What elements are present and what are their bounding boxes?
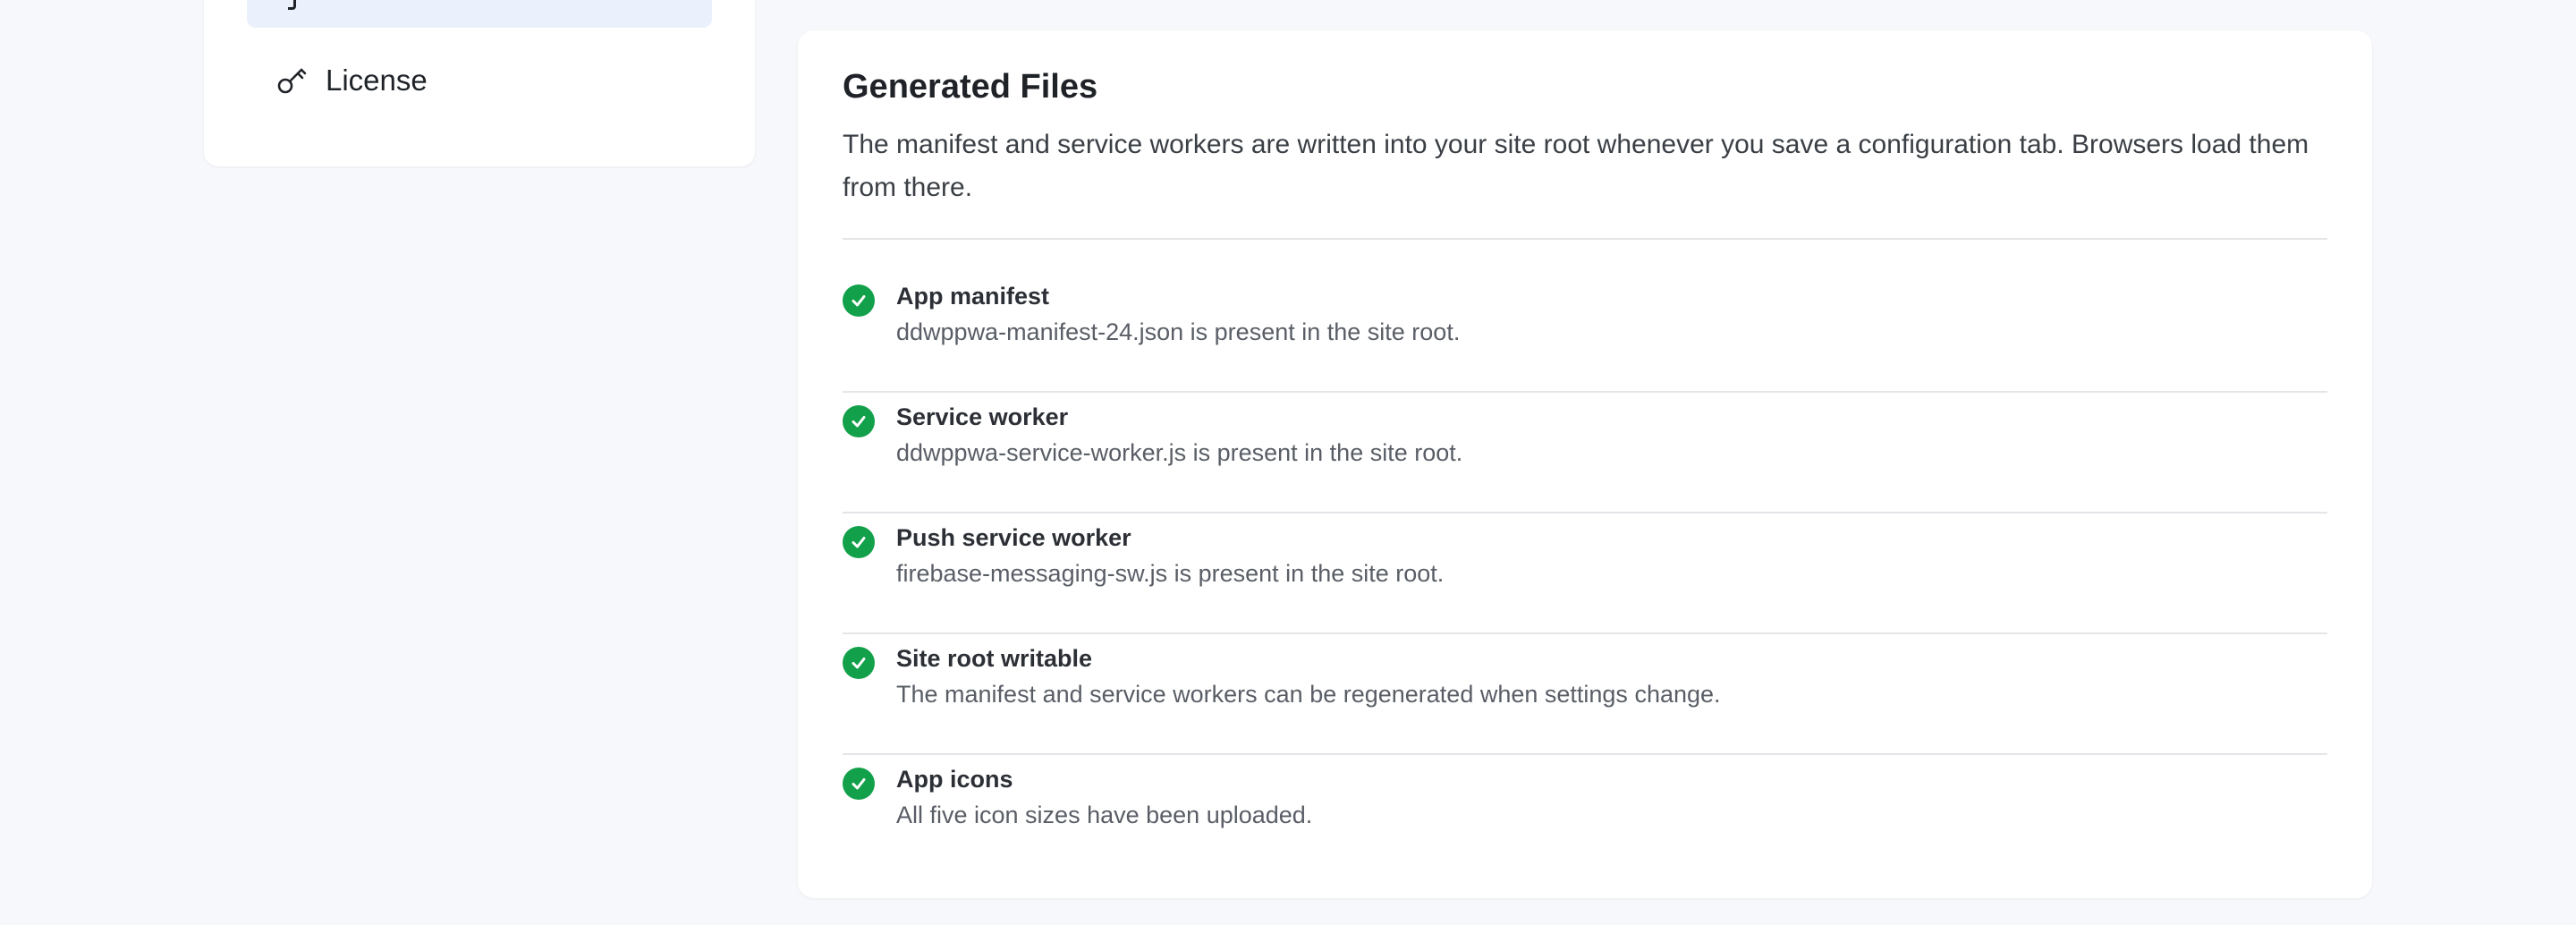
check-circle-icon — [843, 768, 875, 800]
sidebar-item-active[interactable] — [247, 0, 712, 28]
check-title: App icons — [896, 766, 1013, 793]
check-detail: All five icon sizes have been uploaded. — [896, 802, 1313, 828]
file-checklist: App manifest ddwppwa-manifest-24.json is… — [843, 272, 2327, 876]
sidebar-item-icon — [288, 0, 296, 10]
check-title: App manifest — [896, 283, 1050, 310]
check-detail: The manifest and service workers can be … — [896, 681, 1721, 708]
check-item-app-icons: App icons All five icon sizes have been … — [843, 755, 2327, 876]
card-title: Generated Files — [843, 68, 1098, 106]
check-detail: ddwppwa-manifest-24.json is present in t… — [896, 318, 1461, 345]
check-circle-icon — [843, 405, 875, 437]
sidebar-item-label: License — [326, 64, 428, 97]
check-circle-icon — [843, 284, 875, 317]
check-item-push-service-worker: Push service worker firebase-messaging-s… — [843, 513, 2327, 634]
check-detail: ddwppwa-service-worker.js is present in … — [896, 439, 1463, 466]
check-circle-icon — [843, 526, 875, 558]
generated-files-card: Generated Files The manifest and service… — [798, 30, 2372, 898]
check-item-app-manifest: App manifest ddwppwa-manifest-24.json is… — [843, 272, 2327, 393]
check-item-site-root-writable: Site root writable The manifest and serv… — [843, 634, 2327, 755]
check-item-service-worker: Service worker ddwppwa-service-worker.js… — [843, 393, 2327, 513]
sidebar-item-license[interactable]: License — [275, 59, 428, 102]
check-detail: firebase-messaging-sw.js is present in t… — [896, 560, 1445, 587]
check-title: Service worker — [896, 403, 1069, 430]
settings-sidebar: License — [204, 0, 755, 166]
check-circle-icon — [843, 647, 875, 679]
check-title: Site root writable — [896, 645, 1093, 672]
card-description: The manifest and service workers are wri… — [843, 130, 2309, 202]
check-title: Push service worker — [896, 524, 1131, 551]
divider — [843, 238, 2327, 240]
key-icon — [275, 64, 309, 98]
